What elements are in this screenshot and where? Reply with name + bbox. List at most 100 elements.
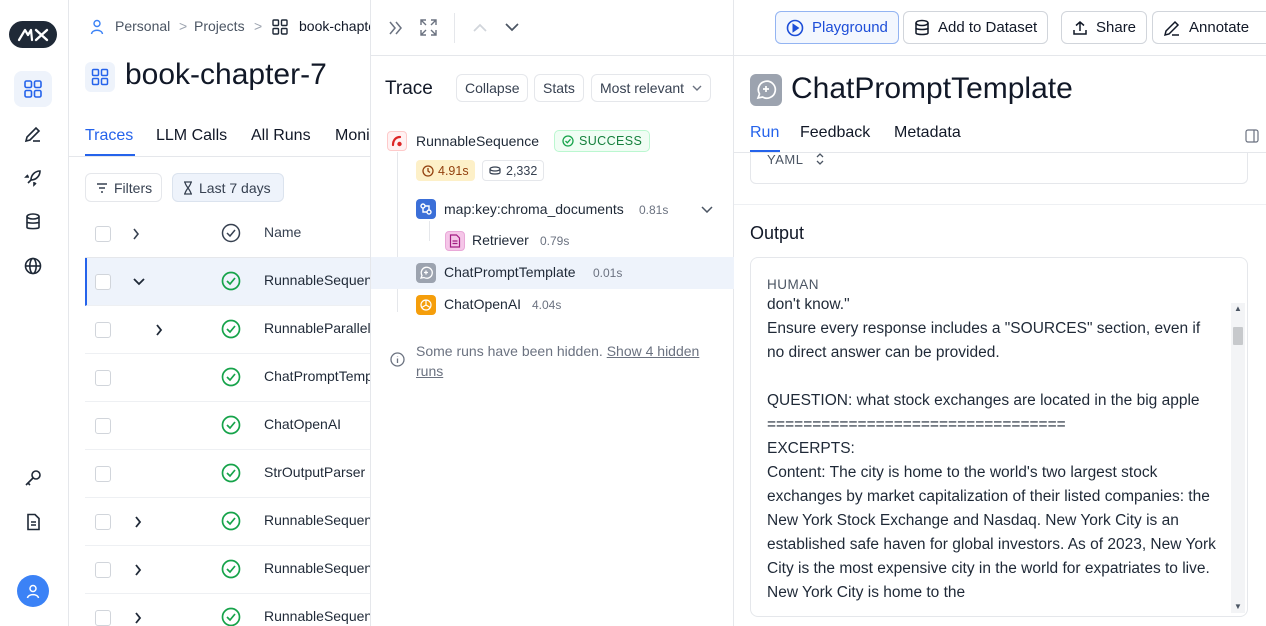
stats-button[interactable]: Stats [534,74,584,102]
run-name: RunnableSequence [264,272,371,288]
scrollbar-thumb[interactable] [1233,327,1243,345]
token-count: 2,332 [506,163,538,178]
deployments-nav-button[interactable] [14,160,52,196]
left-nav [0,0,69,626]
check-circle-icon [562,135,574,147]
message-content-scroll[interactable]: don't know." Ensure every response inclu… [751,298,1247,616]
chevron-right-icon[interactable] [134,516,142,528]
user-icon [26,584,40,599]
table-row[interactable]: ChatOpenAI [85,402,371,450]
table-row[interactable]: RunnableSequence [85,498,371,546]
trace-node-name[interactable]: ChatOpenAI [444,296,521,312]
tab-monitor[interactable]: Moni [335,127,370,145]
row-checkbox[interactable] [95,274,111,290]
panel-toolbar [371,0,734,56]
date-range-button[interactable]: Last 7 days [172,173,284,202]
table-row[interactable]: RunnableSequence [85,594,371,626]
row-checkbox[interactable] [95,418,111,434]
table-row[interactable]: StrOutputParser [85,450,371,498]
sort-select[interactable]: Most relevant [591,74,712,102]
chevron-down-icon[interactable] [133,278,145,286]
chevron-right-icon[interactable] [155,324,163,336]
table-header: Name [85,210,371,258]
hidden-runs-note: Some runs have been hidden. Show 4 hidde… [416,341,716,381]
breadcrumb-projects[interactable]: Projects [194,18,245,34]
toolbar-divider [454,13,455,43]
scroll-up-arrow[interactable]: ▲ [1231,303,1245,315]
projects-nav-button[interactable] [14,71,52,107]
share-button[interactable]: Share [1061,11,1148,44]
trace-root-name[interactable]: RunnableSequence [416,133,539,149]
row-checkbox[interactable] [95,562,111,578]
token-badge: 2,332 [482,160,545,181]
docs-nav-button[interactable] [14,504,52,540]
openai-icon [416,295,436,315]
playground-button[interactable]: Playground [775,11,899,44]
output-heading: Output [750,223,805,243]
sidebar-toggle-icon[interactable] [1245,129,1259,143]
filters-button[interactable]: Filters [85,173,162,202]
annotate-button[interactable]: Annotate [1152,11,1266,44]
row-checkbox[interactable] [95,610,111,626]
tab-metadata[interactable]: Metadata [894,124,961,142]
success-icon [221,559,241,579]
row-checkbox[interactable] [95,322,111,338]
chevron-updown-icon[interactable] [816,152,824,166]
table-row[interactable]: RunnableSequence [85,258,371,306]
collapse-panel-icon[interactable] [388,20,404,36]
breadcrumb-separator: > [254,18,263,34]
row-checkbox[interactable] [95,514,111,530]
trace-node-name[interactable]: Retriever [472,232,529,248]
chevron-down-icon[interactable] [505,23,519,32]
annotation-nav-button[interactable] [14,116,52,152]
coins-icon [489,165,501,175]
row-checkbox[interactable] [95,466,111,482]
expand-icon[interactable] [420,19,437,36]
chat-prompt-icon [750,74,782,106]
chevron-right-icon[interactable] [134,564,142,576]
tab-all-runs[interactable]: All Runs [251,127,311,145]
row-checkbox[interactable] [95,370,111,386]
add-to-dataset-button[interactable]: Add to Dataset [903,11,1049,44]
scrollbar[interactable]: ▲ ▼ [1231,303,1245,613]
output-box: HUMAN don't know." Ensure every response… [750,257,1248,617]
trace-node-name[interactable]: map:key:chroma_documents [444,201,624,217]
table-row[interactable]: ChatPromptTemplate [85,354,371,402]
tab-feedback[interactable]: Feedback [800,124,870,142]
runnable-sequence-icon [387,131,407,151]
tree-line [429,221,430,241]
name-column-header[interactable]: Name [264,224,301,240]
tab-llm-calls[interactable]: LLM Calls [156,127,227,145]
tab-run[interactable]: Run [750,124,779,142]
chevron-up-icon[interactable] [473,23,487,32]
api-keys-nav-button[interactable] [14,460,52,496]
map-icon [416,199,436,219]
run-title: ChatPromptTemplate [791,72,1073,105]
date-range-label: Last 7 days [199,179,271,196]
breadcrumb-project[interactable]: book-chapter-7 [299,18,371,34]
run-name: ChatPromptTemplate [264,368,371,384]
scroll-down-arrow[interactable]: ▼ [1231,601,1245,613]
rocket-icon [24,170,41,187]
breadcrumb-separator: > [179,18,188,34]
avatar[interactable] [17,575,49,607]
table-row[interactable]: RunnableSequence [85,546,371,594]
table-row[interactable]: RunnableParallel [85,306,371,354]
app-logo[interactable] [9,21,57,48]
globe-icon [24,257,42,275]
select-all-checkbox[interactable] [95,226,111,242]
trace-node-name[interactable]: ChatPromptTemplate [444,264,576,280]
breadcrumb-personal[interactable]: Personal [115,18,170,34]
datasets-nav-button[interactable] [14,204,52,240]
format-label[interactable]: YAML [767,152,803,167]
tab-traces[interactable]: Traces [85,127,133,145]
chevron-right-icon[interactable] [132,228,140,240]
chevron-down-icon[interactable] [701,206,713,213]
run-name: ChatOpenAI [264,416,342,432]
hidden-runs-text: Some runs have been hidden. [416,343,603,359]
grid-icon [272,19,288,35]
collapse-button[interactable]: Collapse [456,74,529,102]
hub-nav-button[interactable] [14,248,52,284]
project-icon [85,62,115,92]
chevron-right-icon[interactable] [134,612,142,624]
